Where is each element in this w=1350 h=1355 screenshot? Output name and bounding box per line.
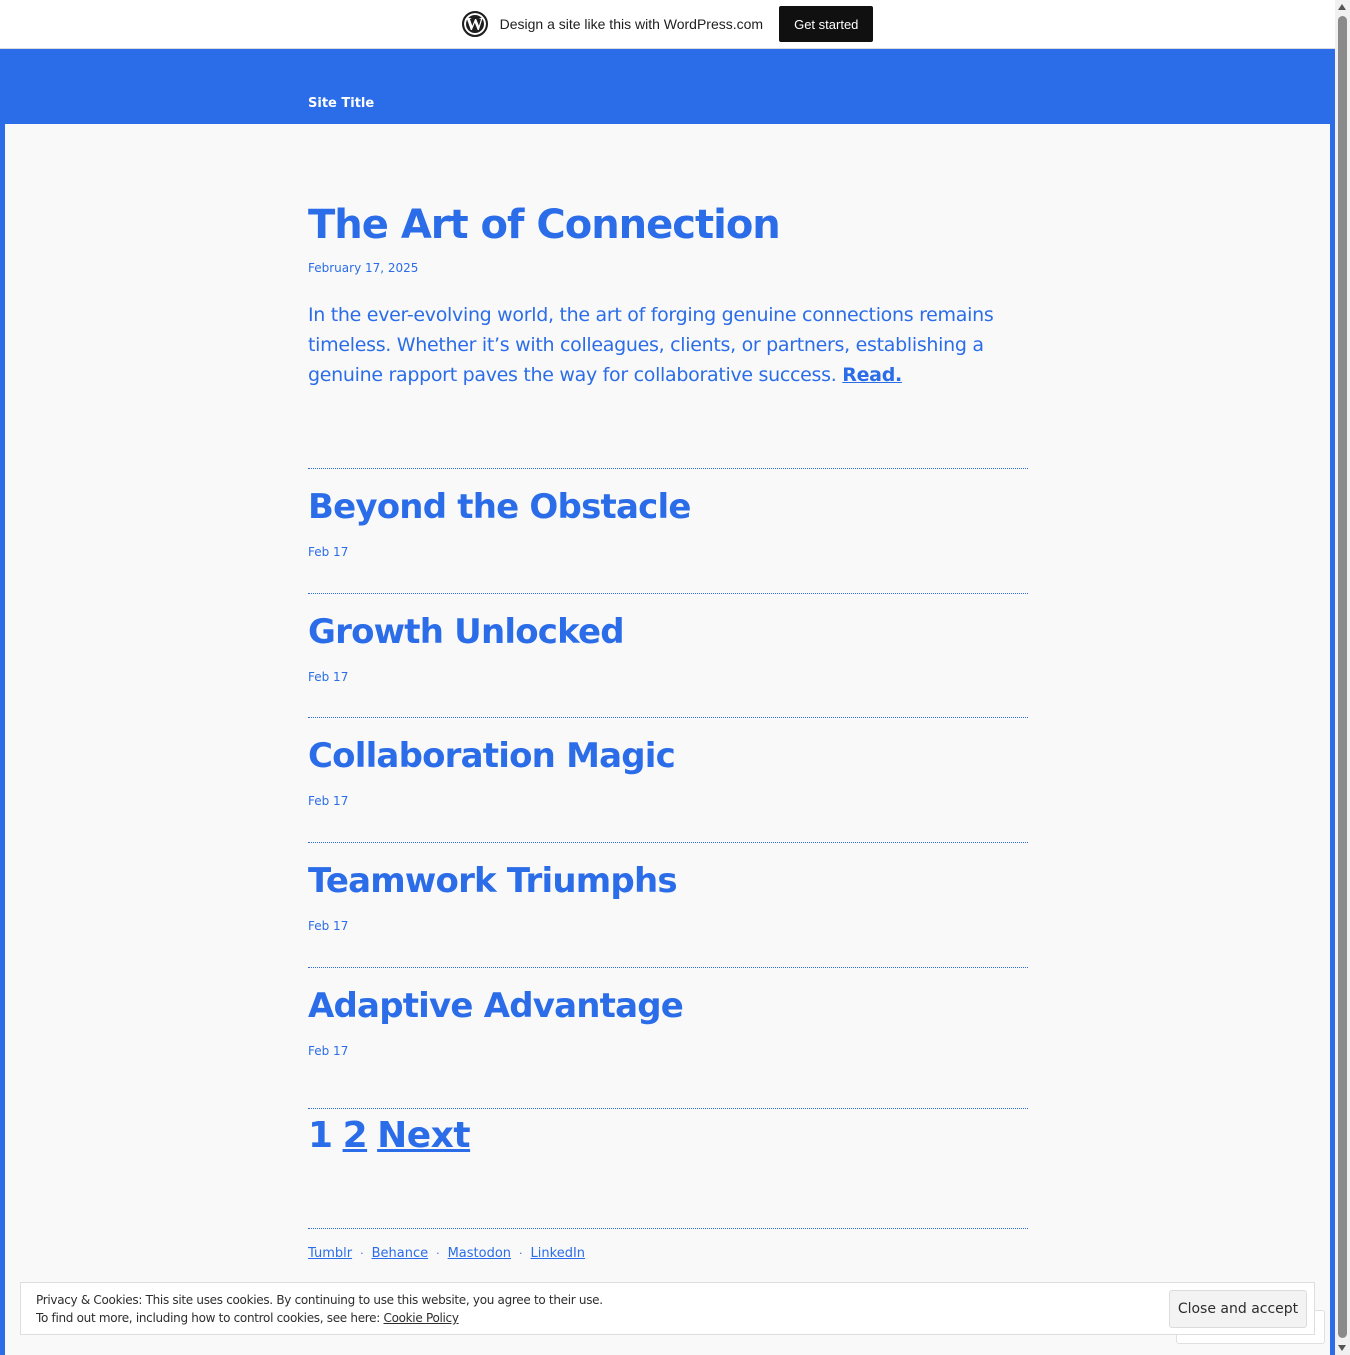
cookie-notice-text: Privacy & Cookies: This site uses cookie… bbox=[36, 1291, 603, 1327]
post-date: Feb 17 bbox=[308, 545, 349, 559]
post-title[interactable]: Growth Unlocked bbox=[308, 612, 625, 652]
page-current: 1 bbox=[308, 1115, 333, 1156]
featured-post-title[interactable]: The Art of Connection bbox=[308, 202, 781, 248]
post-title[interactable]: Adaptive Advantage bbox=[308, 986, 684, 1026]
post-date: Feb 17 bbox=[308, 670, 349, 684]
post-date: Feb 17 bbox=[308, 919, 349, 933]
next-page-link[interactable]: Next bbox=[377, 1115, 470, 1156]
featured-post-date: February 17, 2025 bbox=[308, 261, 419, 275]
post-title[interactable]: Collaboration Magic bbox=[308, 736, 676, 776]
social-link-linkedin[interactable]: LinkedIn bbox=[531, 1246, 585, 1261]
promo-text[interactable]: Design a site like this with WordPress.c… bbox=[500, 16, 764, 32]
cookie-policy-link[interactable]: Cookie Policy bbox=[384, 1311, 459, 1325]
separator: · bbox=[519, 1247, 523, 1260]
post-list-item: Adaptive Advantage Feb 17 bbox=[308, 967, 1028, 1092]
wordpress-logo-icon[interactable]: W bbox=[461, 11, 488, 37]
post-list-item: Beyond the Obstacle Feb 17 bbox=[308, 468, 1028, 593]
post-title[interactable]: Beyond the Obstacle bbox=[308, 487, 691, 527]
cookie-notice-line2: To find out more, including how to contr… bbox=[36, 1309, 603, 1327]
social-links: Tumblr · Behance · Mastodon · LinkedIn bbox=[308, 1228, 1028, 1261]
get-started-button[interactable]: Get started bbox=[779, 6, 874, 42]
post-list-item: Teamwork Triumphs Feb 17 bbox=[308, 842, 1028, 967]
post-list-item: Collaboration Magic Feb 17 bbox=[308, 717, 1028, 842]
site-title[interactable]: Site Title bbox=[308, 96, 374, 111]
scroll-thumb[interactable] bbox=[1338, 16, 1347, 1338]
social-link-tumblr[interactable]: Tumblr bbox=[308, 1246, 352, 1261]
cookie-notice-prefix: To find out more, including how to contr… bbox=[36, 1311, 384, 1325]
featured-post-excerpt: In the ever-evolving world, the art of f… bbox=[308, 300, 1018, 390]
social-link-mastodon[interactable]: Mastodon bbox=[448, 1246, 511, 1261]
post-date: Feb 17 bbox=[308, 794, 349, 808]
scroll-down-icon[interactable] bbox=[1338, 1345, 1346, 1351]
pagination: 1 2 Next bbox=[308, 1108, 1028, 1156]
post-date: Feb 17 bbox=[308, 1044, 349, 1058]
read-more-link[interactable]: Read. bbox=[842, 364, 902, 386]
wordpress-promo-bar: W Design a site like this with WordPress… bbox=[0, 0, 1335, 49]
cookie-banner: Privacy & Cookies: This site uses cookie… bbox=[20, 1282, 1315, 1335]
separator: · bbox=[360, 1247, 364, 1260]
post-list-item: Growth Unlocked Feb 17 bbox=[308, 593, 1028, 718]
page-2-link[interactable]: 2 bbox=[343, 1115, 368, 1156]
post-title[interactable]: Teamwork Triumphs bbox=[308, 861, 678, 901]
close-and-accept-button[interactable]: Close and accept bbox=[1169, 1290, 1307, 1328]
cookie-notice-line1: Privacy & Cookies: This site uses cookie… bbox=[36, 1293, 603, 1307]
main-content: The Art of Connection February 17, 2025 … bbox=[5, 124, 1330, 1355]
scroll-up-icon[interactable] bbox=[1338, 4, 1346, 10]
social-link-behance[interactable]: Behance bbox=[372, 1246, 429, 1261]
separator: · bbox=[436, 1247, 440, 1260]
scrollbar[interactable] bbox=[1335, 0, 1350, 1355]
